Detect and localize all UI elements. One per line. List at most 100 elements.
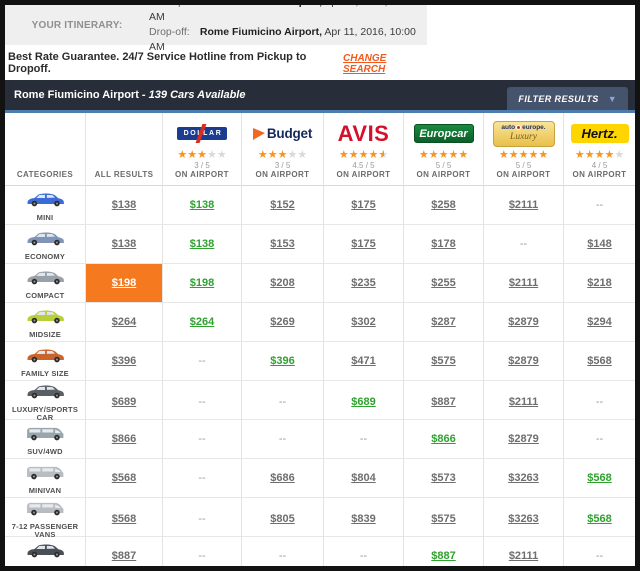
vendor-price-cell: --: [242, 420, 324, 458]
price-link[interactable]: $573: [431, 472, 455, 484]
price-link[interactable]: $138: [112, 238, 136, 250]
price-link[interactable]: $575: [431, 513, 455, 525]
all-results-price-cell: $138: [86, 225, 163, 263]
vendor-price-cell: $839: [324, 498, 404, 539]
europcar-logo-icon: Europcar: [414, 124, 474, 143]
price-link[interactable]: $471: [351, 355, 375, 367]
star-icon: ★: [278, 150, 288, 161]
vendor-header-budget[interactable]: Budget ★★★★★ 3 / 5 ON AIRPORT: [242, 113, 324, 189]
no-price-dash: --: [198, 355, 205, 367]
price-link[interactable]: $689: [351, 396, 375, 408]
vendor-price-cell: $255: [404, 264, 484, 302]
price-link[interactable]: $2879: [508, 316, 539, 328]
price-link[interactable]: $255: [431, 277, 455, 289]
price-link[interactable]: $2111: [509, 550, 538, 562]
price-link[interactable]: $258: [431, 199, 455, 211]
all-results-header-label: ALL RESULTS: [95, 170, 154, 179]
star-icon: ★: [177, 150, 187, 161]
price-link[interactable]: $218: [587, 277, 611, 289]
star-rating: ★★★★★: [499, 148, 548, 161]
table-row: FAMILY SIZE $396--$396$471$575$2879$568: [5, 342, 635, 381]
vendor-header-avis[interactable]: AVIS ★★★★★★ 4.5 / 5 ON AIRPORT: [324, 113, 404, 189]
category-cell: MINIVAN: [5, 459, 86, 497]
category-cell: CONVERTIBLE: [5, 537, 86, 571]
price-link[interactable]: $839: [351, 513, 375, 525]
price-link[interactable]: $287: [431, 316, 455, 328]
price-link[interactable]: $575: [431, 355, 455, 367]
dropoff-location: Rome Fiumicino Airport,: [200, 26, 322, 38]
vendor-price-cell: $138: [163, 186, 242, 224]
vendor-header-hertz[interactable]: Hertz. ★★★★★ 4 / 5 ON AIRPORT: [564, 113, 635, 189]
van-icon: [22, 423, 68, 447]
price-link[interactable]: $138: [190, 238, 214, 250]
vendor-header-europcar[interactable]: Europcar ★★★★★ 5 / 5 ON AIRPORT: [404, 113, 484, 189]
price-link[interactable]: $866: [112, 433, 136, 445]
star-icon: ★: [499, 150, 509, 161]
vendor-price-cell: $198: [163, 264, 242, 302]
price-link[interactable]: $568: [587, 472, 611, 484]
price-link[interactable]: $264: [190, 316, 214, 328]
price-link[interactable]: $805: [270, 513, 294, 525]
price-link[interactable]: $175: [351, 199, 375, 211]
rating-value: 3 / 5: [275, 161, 291, 170]
filter-results-button[interactable]: FILTER RESULTS ▼: [507, 87, 628, 110]
price-link[interactable]: $2111: [509, 396, 538, 408]
price-link[interactable]: $396: [270, 355, 294, 367]
price-link[interactable]: $138: [190, 199, 214, 211]
vendor-header-autoeurope[interactable]: autoeurope.Luxury ★★★★★ 5 / 5 ON AIRPORT: [484, 113, 564, 189]
price-link[interactable]: $269: [270, 316, 294, 328]
rating-value: 3 / 5: [194, 161, 210, 170]
change-search-link[interactable]: CHANGE SEARCH: [343, 53, 429, 75]
price-link[interactable]: $396: [112, 355, 136, 367]
comparison-table: CATEGORIES ALL RESULTS DOLLAR ★★★★★ 3 / …: [5, 113, 635, 571]
price-link[interactable]: $198: [190, 277, 214, 289]
price-link[interactable]: $138: [112, 199, 136, 211]
price-link[interactable]: $302: [351, 316, 375, 328]
avis-logo-icon: AVIS: [338, 123, 390, 145]
price-link[interactable]: $235: [351, 277, 375, 289]
price-link[interactable]: $804: [351, 472, 375, 484]
price-link[interactable]: $568: [112, 513, 136, 525]
vendor-price-cell: $2111: [484, 186, 564, 224]
price-link[interactable]: $2879: [508, 355, 539, 367]
price-link[interactable]: $686: [270, 472, 294, 484]
pickup-datetime: Apr 04, 2016, 10:00 AM: [149, 0, 417, 23]
price-link[interactable]: $148: [587, 238, 611, 250]
price-link[interactable]: $3263: [508, 513, 539, 525]
price-link[interactable]: $887: [112, 550, 136, 562]
price-link[interactable]: $2111: [509, 277, 538, 289]
vendor-price-cell: $3263: [484, 498, 564, 539]
price-link[interactable]: $3263: [508, 472, 539, 484]
price-link[interactable]: $178: [431, 238, 455, 250]
price-link[interactable]: $866: [431, 433, 455, 445]
vendor-price-cell: $302: [324, 303, 404, 341]
price-link[interactable]: $2879: [508, 433, 539, 445]
price-link[interactable]: $568: [112, 472, 136, 484]
results-header-bar: Rome Fiumicino Airport - 139 Cars Availa…: [5, 80, 635, 110]
price-link[interactable]: $152: [270, 199, 294, 211]
price-link[interactable]: $887: [431, 396, 455, 408]
price-link[interactable]: $264: [112, 316, 136, 328]
vendor-price-cell: $575: [404, 342, 484, 380]
star-icon: ★: [429, 150, 439, 161]
vendor-price-cell: $804: [324, 459, 404, 497]
price-link[interactable]: $887: [431, 550, 455, 562]
vendor-header-dollar[interactable]: DOLLAR ★★★★★ 3 / 5 ON AIRPORT: [163, 113, 242, 189]
price-link[interactable]: $294: [587, 316, 611, 328]
vendor-price-cell: --: [324, 537, 404, 571]
price-link[interactable]: $689: [112, 396, 136, 408]
price-link[interactable]: $208: [270, 277, 294, 289]
star-rating: ★★★★★: [575, 148, 624, 161]
star-icon: ★: [419, 150, 429, 161]
rating-value: 4.5 / 5: [352, 161, 374, 170]
price-link[interactable]: $153: [270, 238, 294, 250]
vendor-price-cell: $208: [242, 264, 324, 302]
price-link[interactable]: $568: [587, 355, 611, 367]
table-row: MINI $138$138$152$175$258$2111--: [5, 186, 635, 225]
star-icon: ★: [197, 150, 207, 161]
car-icon: [22, 540, 68, 564]
price-link[interactable]: $568: [587, 513, 611, 525]
price-link[interactable]: $2111: [509, 199, 538, 211]
price-link[interactable]: $175: [351, 238, 375, 250]
price-link[interactable]: $198: [112, 277, 136, 289]
